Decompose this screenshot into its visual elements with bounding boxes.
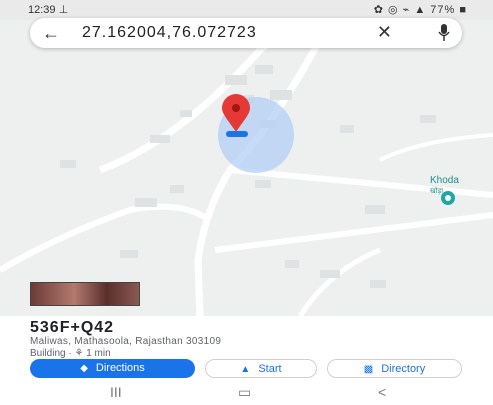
place-title: 536F+Q42 (30, 319, 115, 336)
back-button[interactable]: < (378, 384, 386, 400)
home-button[interactable]: ▭ (238, 384, 251, 401)
status-bar: 12:39 ⊥ ✿ ◎ ⌁ ▲ 77% ■ (0, 0, 493, 20)
place-pin-icon[interactable] (441, 191, 455, 205)
directions-label: Directions (95, 362, 145, 374)
directory-button[interactable]: ▩ Directory (327, 359, 462, 378)
search-bar[interactable]: ← 27.162004,76.072723 ✕ (30, 18, 462, 48)
recents-button[interactable]: III (110, 384, 122, 400)
map-view[interactable]: Khoda खोड़ा (0, 20, 493, 316)
place-label-name: Khoda (430, 175, 459, 186)
close-icon[interactable]: ✕ (377, 22, 392, 43)
back-arrow-icon[interactable]: ← (42, 23, 60, 44)
status-time: 12:39 ⊥ (28, 4, 69, 16)
microphone-icon[interactable] (438, 24, 450, 47)
directory-label: Directory (381, 363, 426, 375)
status-indicators: ✿ ◎ ⌁ ▲ 77% ■ (373, 4, 467, 16)
system-nav-bar: III ▭ < (0, 384, 493, 405)
place-photo-thumbnail[interactable] (30, 282, 140, 306)
navigation-arrow-icon: ▲ (240, 364, 251, 375)
start-button[interactable]: ▲ Start (205, 359, 317, 378)
search-query[interactable]: 27.162004,76.072723 (82, 24, 257, 42)
place-address: Maliwas, Mathasoola, Rajasthan 303109 (30, 336, 222, 347)
directory-icon: ▩ (363, 364, 374, 375)
place-subtitle: Building · ⚘ 1 min (30, 348, 111, 359)
directions-button[interactable]: ◆ Directions (30, 359, 195, 378)
start-label: Start (258, 363, 282, 375)
map-canvas[interactable] (0, 20, 493, 316)
location-dot (226, 131, 248, 137)
directions-icon: ◆ (80, 363, 88, 374)
